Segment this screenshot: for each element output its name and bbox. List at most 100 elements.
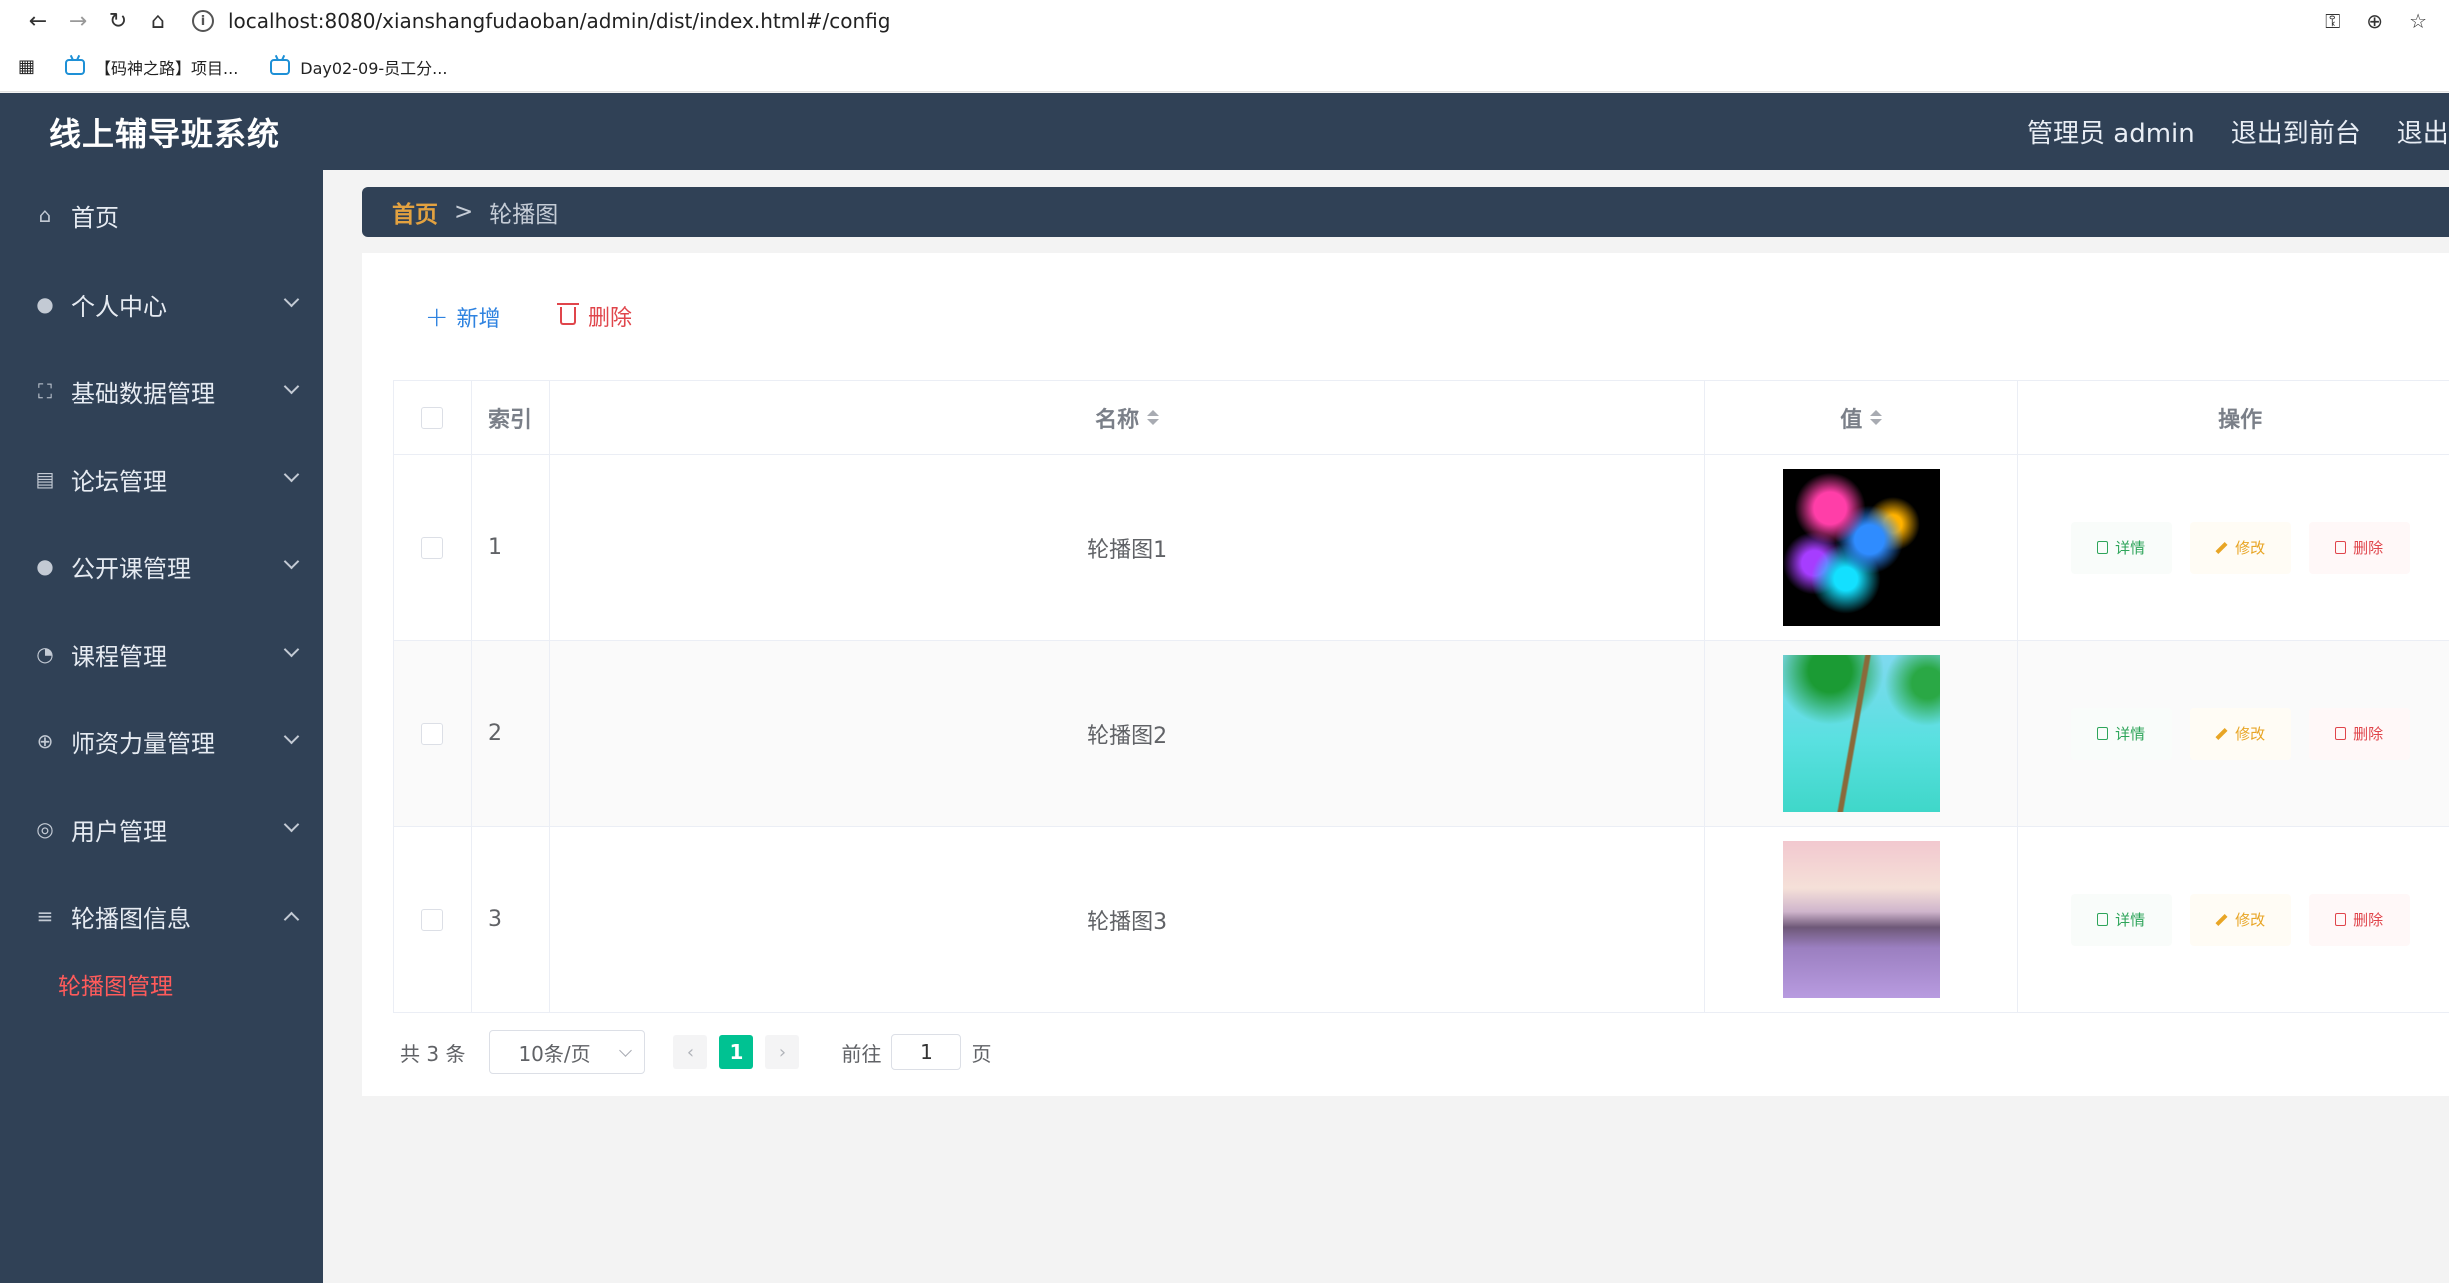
row-name: 轮播图3 [550, 827, 1706, 1012]
row-name: 轮播图2 [550, 641, 1706, 826]
column-index: 索引 [472, 381, 550, 454]
user-icon: ● [36, 554, 54, 578]
forward-icon[interactable]: → [58, 1, 98, 41]
page-unit-label: 页 [971, 1041, 992, 1066]
carousel-thumbnail [1782, 841, 1940, 998]
breadcrumb-current: 轮播图 [489, 202, 559, 228]
breadcrumb: 首页 > 轮播图 [362, 187, 2449, 237]
detail-button[interactable]: 详情 [2070, 893, 2172, 946]
apps-grid-icon[interactable]: ▦ [18, 56, 35, 77]
sidebar-item-carousel[interactable]: ≡ 轮播图信息 [0, 886, 323, 946]
column-name[interactable]: 名称 [550, 381, 1706, 454]
zoom-icon[interactable]: ⊕ [2366, 9, 2383, 33]
sort-icon[interactable] [1147, 410, 1160, 425]
home-icon[interactable]: ⌂ [138, 1, 178, 41]
carousel-table: 索引 名称 值 操作 1 轮播图1 详情 修改 删除 2 轮播图2 详情 修改 … [393, 380, 2449, 1013]
total-count: 共 3 条 [400, 1041, 466, 1066]
frame-icon: ⛶ [38, 379, 52, 403]
bookmark-item[interactable]: 【码神之路】项目... [65, 55, 238, 79]
remove-button[interactable]: 删除 [2308, 893, 2410, 946]
pagination: 共 3 条 10条/页 ‹ 1 › 前往 1 页 [400, 1030, 991, 1074]
pencil-icon [2215, 541, 2228, 554]
row-index: 3 [472, 827, 550, 1012]
sidebar-item-course[interactable]: ◔ 课程管理 [0, 624, 323, 684]
row-index: 2 [472, 641, 550, 826]
trash-icon [2335, 913, 2347, 926]
table-header: 索引 名称 值 操作 [394, 381, 2449, 455]
column-actions: 操作 [2218, 407, 2263, 433]
sidebar: ⌂ 首页 ● 个人中心 ⛶ 基础数据管理 ▤ 论坛管理 ● 公开课管理 ◔ 课程… [0, 170, 323, 1283]
page-number-button[interactable]: 1 [719, 1035, 754, 1069]
lifebuoy-icon: ◎ [36, 817, 54, 841]
message-icon: ▤ [35, 467, 55, 491]
row-checkbox[interactable] [421, 908, 444, 931]
chevron-down-icon [283, 641, 300, 658]
bilibili-icon [65, 58, 86, 75]
app-title: 线上辅导班系统 [49, 114, 281, 153]
goto-page-input[interactable]: 1 [891, 1034, 962, 1070]
back-icon[interactable]: ← [18, 1, 58, 41]
key-icon[interactable]: ⚿ [2325, 9, 2340, 33]
document-icon [2097, 541, 2109, 554]
url-text[interactable]: localhost:8080/xianshangfudaoban/admin/d… [228, 9, 890, 33]
trash-icon [557, 303, 579, 325]
sidebar-item-profile[interactable]: ● 个人中心 [0, 274, 323, 334]
compass-icon: ◔ [36, 642, 54, 666]
sidebar-item-forum[interactable]: ▤ 论坛管理 [0, 449, 323, 509]
next-page-button[interactable]: › [765, 1035, 800, 1069]
sort-icon[interactable] [1870, 410, 1883, 425]
home-icon: ⌂ [38, 203, 52, 227]
chevron-down-icon [283, 816, 300, 833]
column-value[interactable]: 值 [1705, 381, 2019, 454]
trash-icon [2335, 541, 2347, 554]
sidebar-item-home[interactable]: ⌂ 首页 [0, 185, 323, 245]
site-info-icon[interactable]: i [192, 10, 214, 32]
table-row: 3 轮播图3 详情 修改 删除 [394, 827, 2449, 1013]
carousel-thumbnail [1782, 655, 1940, 812]
reload-icon[interactable]: ↻ [98, 1, 138, 41]
row-checkbox[interactable] [421, 722, 444, 745]
breadcrumb-home[interactable]: 首页 [392, 195, 438, 229]
browser-toolbar: ← → ↻ ⌂ i localhost:8080/xianshangfudaob… [0, 0, 2449, 42]
sidebar-item-teachers[interactable]: ⊕ 师资力量管理 [0, 711, 323, 771]
chevron-down-icon [283, 291, 300, 308]
bilibili-icon [270, 58, 291, 75]
chevron-up-icon [283, 911, 300, 928]
target-icon: ⊕ [36, 729, 54, 753]
chevron-down-icon [283, 553, 300, 570]
app-header: 线上辅导班系统 管理员 admin 退出到前台 退出登录 [0, 93, 2449, 170]
prev-page-button[interactable]: ‹ [673, 1035, 708, 1069]
table-row: 2 轮播图2 详情 修改 删除 [394, 641, 2449, 827]
row-checkbox[interactable] [421, 536, 444, 559]
sidebar-item-open-course[interactable]: ● 公开课管理 [0, 536, 323, 596]
logout-link[interactable]: 退出登录 [2397, 113, 2449, 150]
add-button[interactable]: + 新增 [425, 300, 500, 333]
carousel-thumbnail [1782, 469, 1940, 626]
current-user: 管理员 admin [2027, 119, 2195, 149]
sidebar-item-users[interactable]: ◎ 用户管理 [0, 799, 323, 859]
batch-delete-button[interactable]: 删除 [557, 300, 632, 332]
to-front-link[interactable]: 退出到前台 [2231, 113, 2361, 150]
sidebar-item-basic-data[interactable]: ⛶ 基础数据管理 [0, 361, 323, 421]
remove-button[interactable]: 删除 [2308, 707, 2410, 760]
edit-button[interactable]: 修改 [2189, 521, 2291, 574]
pencil-icon [2215, 913, 2228, 926]
chevron-down-icon [283, 466, 300, 483]
bookmarks-bar: ▦ 【码神之路】项目... Day02-09-员工分... [0, 42, 2449, 92]
detail-button[interactable]: 详情 [2070, 521, 2172, 574]
goto-label: 前往 [841, 1041, 882, 1066]
page-size-select[interactable]: 10条/页 [489, 1030, 646, 1074]
plus-icon: + [425, 300, 449, 333]
star-icon[interactable]: ☆ [2409, 9, 2427, 33]
sidebar-subitem-carousel-manage[interactable]: 轮播图管理 [58, 967, 173, 1001]
bookmark-item[interactable]: Day02-09-员工分... [270, 55, 447, 79]
address-bar[interactable]: i localhost:8080/xianshangfudaoban/admin… [192, 4, 2325, 38]
remove-button[interactable]: 删除 [2308, 521, 2410, 574]
detail-button[interactable]: 详情 [2070, 707, 2172, 760]
user-icon: ● [36, 292, 54, 316]
edit-button[interactable]: 修改 [2189, 893, 2291, 946]
edit-button[interactable]: 修改 [2189, 707, 2291, 760]
select-all-checkbox[interactable] [421, 406, 444, 429]
row-index: 1 [472, 455, 550, 640]
document-icon [2097, 727, 2109, 740]
